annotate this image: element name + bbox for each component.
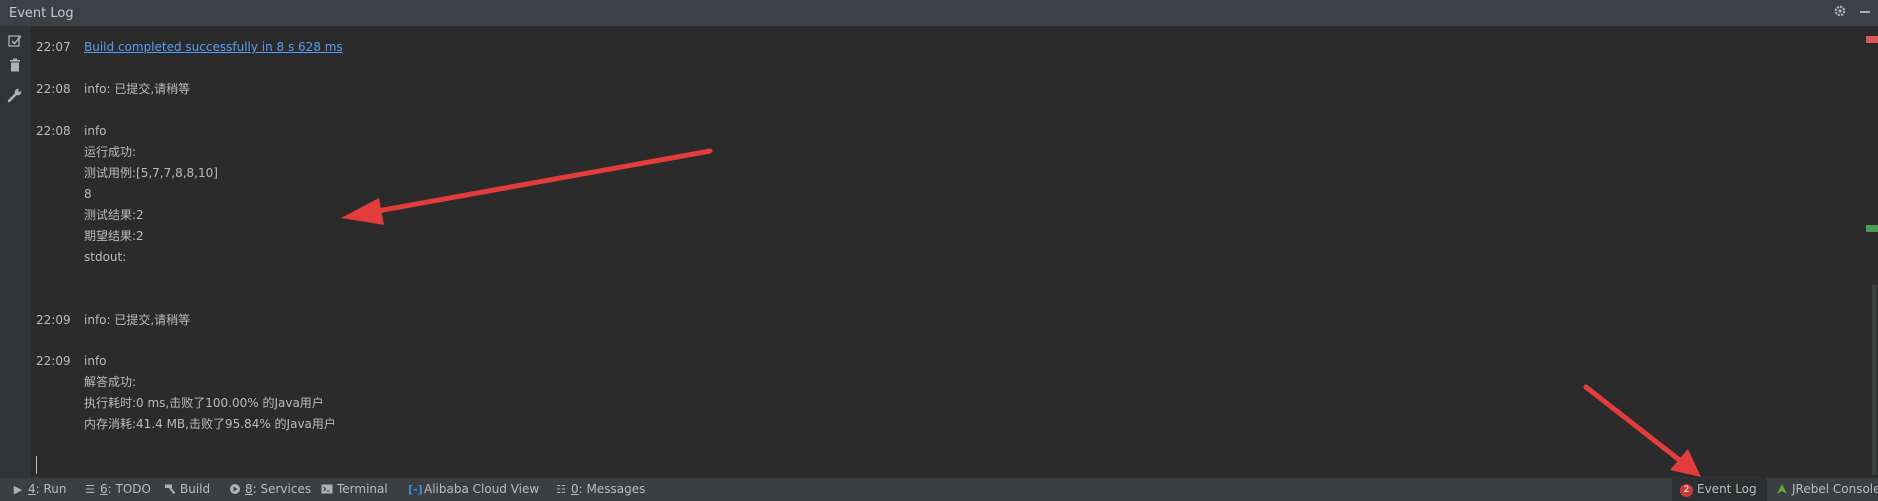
entry-message: info: 已提交,请稍等 bbox=[84, 82, 191, 96]
entry-message: 运行成功: bbox=[84, 145, 137, 159]
build-result-link[interactable]: Build completed successfully in 8 s 628 … bbox=[84, 37, 343, 58]
list-icon: ☰ bbox=[85, 483, 95, 496]
entry-message: 测试结果:2 bbox=[84, 208, 144, 222]
alibaba-cloud-view-tab[interactable]: [-]Alibaba Cloud View bbox=[408, 478, 539, 501]
entry-message: info: 已提交,请稍等 bbox=[84, 313, 191, 327]
mark-all-read-icon[interactable] bbox=[7, 33, 25, 51]
services-tab[interactable]: 8: Services bbox=[229, 478, 311, 501]
entry-time: 22:09 bbox=[36, 354, 71, 368]
hammer-icon bbox=[164, 478, 176, 501]
scrollbar-thumb[interactable] bbox=[1872, 285, 1877, 475]
entry-message: 执行耗时:0 ms,击败了100.00% 的Java用户 bbox=[84, 396, 324, 410]
gear-icon[interactable] bbox=[1831, 4, 1849, 22]
messages-tab[interactable]: ☷ 0: Messages bbox=[555, 478, 645, 501]
event-log-toolbar bbox=[0, 27, 32, 477]
entry-message: 内存消耗:41.4 MB,击败了95.84% 的Java用户 bbox=[84, 417, 336, 431]
jrebel-console-tab[interactable]: JRebel Console bbox=[1776, 478, 1878, 501]
panel-title: Event Log bbox=[9, 6, 74, 21]
event-log-tab[interactable]: 2 Event Log bbox=[1672, 478, 1767, 501]
entry-message: 解答成功: bbox=[84, 375, 137, 389]
cloud-brackets-icon: [-] bbox=[408, 483, 423, 496]
terminal-icon bbox=[321, 478, 333, 501]
entry-message: stdout: bbox=[84, 250, 127, 264]
entry-time: 22:08 bbox=[36, 124, 71, 138]
trash-icon[interactable] bbox=[7, 57, 25, 75]
tool-window-bar: ▶ 4: Run ☰ 6: TODO Build 8: Services Termi… bbox=[0, 477, 1878, 501]
run-tab[interactable]: ▶ 4: Run bbox=[12, 478, 67, 501]
entry-message: 期望结果:2 bbox=[84, 229, 144, 243]
entry-message: 8 bbox=[84, 187, 92, 201]
entry-message: info bbox=[84, 124, 107, 138]
terminal-tab[interactable]: Terminal bbox=[321, 478, 388, 501]
text-caret bbox=[36, 456, 37, 474]
entry-time: 22:09 bbox=[36, 313, 71, 327]
messages-icon: ☷ bbox=[556, 483, 566, 496]
services-icon bbox=[229, 478, 241, 501]
ok-marker[interactable] bbox=[1866, 225, 1878, 232]
event-log-header: Event Log bbox=[0, 0, 1878, 27]
build-tab[interactable]: Build bbox=[164, 478, 210, 501]
wrench-icon[interactable] bbox=[7, 87, 25, 105]
entry-message: 测试用例:[5,7,7,8,8,10] bbox=[84, 166, 218, 180]
todo-tab[interactable]: ☰ 6: TODO bbox=[84, 478, 151, 501]
event-log-content[interactable]: 22:07 Build completed successfully in 8 … bbox=[32, 27, 1842, 477]
play-icon: ▶ bbox=[13, 483, 23, 496]
entry-time: 22:07 bbox=[36, 40, 71, 54]
entry-time: 22:08 bbox=[36, 82, 71, 96]
event-log-icon: 2 bbox=[1680, 484, 1693, 497]
jrebel-icon bbox=[1776, 478, 1788, 501]
minimize-icon[interactable] bbox=[1856, 4, 1874, 22]
error-marker[interactable] bbox=[1866, 36, 1878, 43]
entry-message: info bbox=[84, 354, 107, 368]
